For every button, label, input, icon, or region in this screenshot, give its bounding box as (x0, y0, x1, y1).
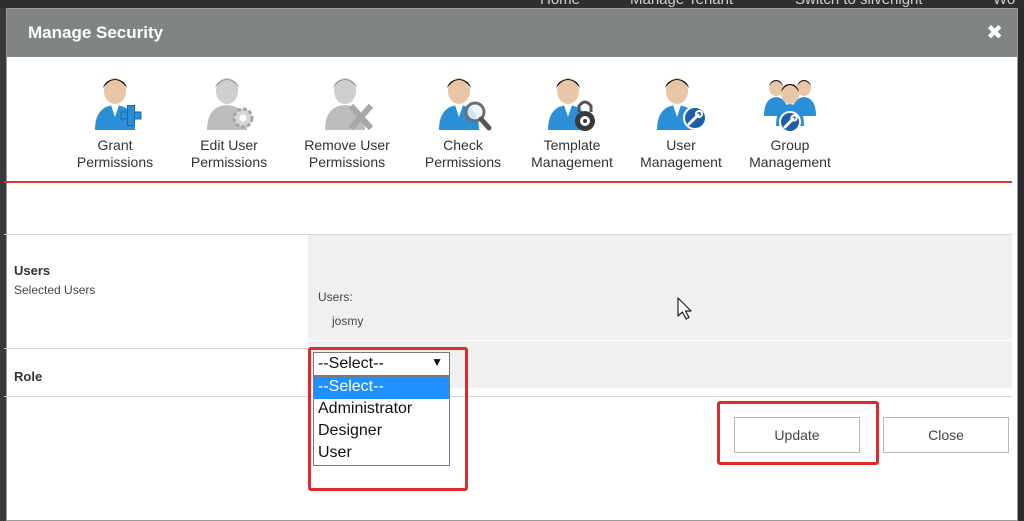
role-label: Role (14, 369, 43, 384)
close-icon[interactable]: ✖ (986, 23, 1003, 43)
user-add-icon (95, 78, 142, 130)
role-dropdown-highlight (308, 347, 468, 491)
user-remove-icon (325, 78, 374, 131)
close-button[interactable]: Close (883, 417, 1009, 453)
bg-nav-manage-tenant: Manage Tenant (630, 0, 733, 8)
group-management-button[interactable]: Group Management (738, 72, 842, 172)
selected-users-label: Selected Users (14, 283, 96, 297)
background-nav: Home Manage Tenant Switch to silverlight… (0, 0, 1024, 8)
users-panel (308, 235, 1012, 340)
group-wrench-icon (764, 80, 816, 133)
dialog-title: Manage Security (28, 23, 164, 42)
user-search-icon (439, 78, 492, 131)
users-label: Users (14, 263, 51, 278)
permissions-toolbar: Grant Permissions Edit User Permissions Re… (60, 72, 842, 172)
user-management-button[interactable]: User Management (624, 72, 738, 172)
user-gear-icon (207, 78, 254, 130)
bg-nav-home: Home (540, 0, 580, 8)
template-management-button[interactable]: Template Management (520, 72, 624, 172)
bg-nav-switch: Switch to silverlight (795, 0, 923, 8)
users-field-label: Users: (318, 290, 353, 304)
update-button-highlight (717, 401, 879, 465)
row-divider (4, 396, 1012, 397)
mouse-pointer-icon (677, 297, 692, 320)
tool-label: User Management (640, 137, 722, 170)
toolbar-separator (4, 181, 1012, 183)
selected-user-value: josmy (332, 314, 364, 328)
bg-nav-more: Wo (993, 0, 1015, 8)
tool-label: Group Management (749, 137, 831, 170)
tool-label: Grant Permissions (76, 137, 154, 170)
tool-label: Check Permissions (424, 137, 502, 170)
tool-label: Remove User Permissions (304, 137, 390, 170)
grant-permissions-button[interactable]: Grant Permissions (60, 72, 170, 172)
tool-label: Template Management (531, 137, 613, 170)
remove-user-permissions-button[interactable]: Remove User Permissions (288, 72, 406, 172)
dialog-header: Manage Security ✖ (7, 9, 1017, 57)
check-permissions-button[interactable]: Check Permissions (406, 72, 520, 172)
tool-label: Edit User Permissions (190, 137, 268, 170)
user-lock-icon (548, 78, 595, 131)
edit-user-permissions-button[interactable]: Edit User Permissions (170, 72, 288, 172)
user-wrench-icon (657, 78, 707, 130)
